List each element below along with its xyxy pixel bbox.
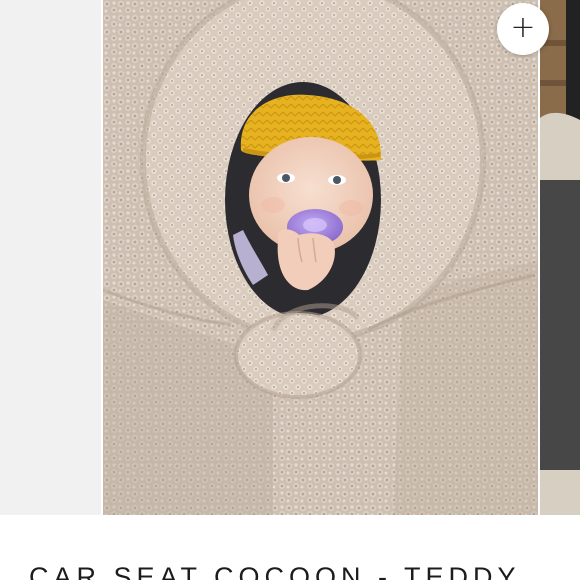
product-title: CAR SEAT COCOON - TEDDY xyxy=(29,562,521,580)
previous-slide[interactable] xyxy=(0,0,101,515)
product-info: CAR SEAT COCOON - TEDDY xyxy=(0,515,580,580)
add-button[interactable]: + xyxy=(497,3,549,55)
plus-icon: + xyxy=(510,10,536,45)
next-slide[interactable] xyxy=(540,0,580,515)
image-carousel[interactable]: + xyxy=(0,0,580,515)
product-page: + CAR SEAT COCOON - TEDDY xyxy=(0,0,580,580)
product-image[interactable] xyxy=(103,0,538,515)
